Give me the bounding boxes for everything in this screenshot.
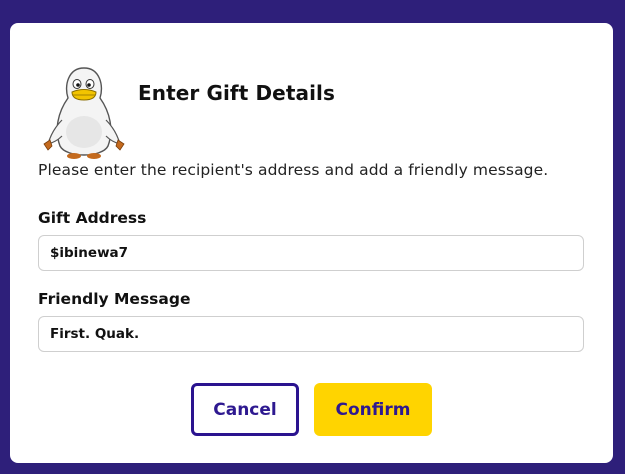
confirm-button[interactable]: Confirm: [314, 383, 432, 436]
dialog-title: Enter Gift Details: [138, 81, 335, 105]
gift-address-label: Gift Address: [38, 209, 147, 227]
friendly-message-input[interactable]: [38, 316, 584, 352]
gift-address-input[interactable]: [38, 235, 584, 271]
gift-details-dialog: Enter Gift Details Please enter the reci…: [10, 23, 613, 463]
cancel-button[interactable]: Cancel: [191, 383, 299, 436]
friendly-message-label: Friendly Message: [38, 290, 191, 308]
dialog-description: Please enter the recipient's address and…: [38, 161, 549, 179]
duck-mascot-icon: [43, 67, 125, 159]
